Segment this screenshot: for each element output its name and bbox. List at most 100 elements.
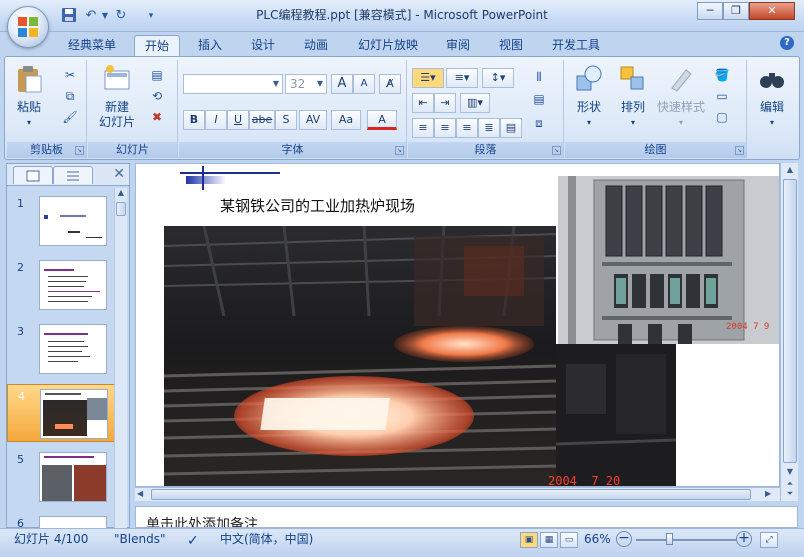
redo-icon[interactable]: ↻ <box>112 7 130 25</box>
slide-thumbnail-6[interactable]: 6 <box>7 512 117 528</box>
reset-icon[interactable]: ⟲ <box>148 87 166 105</box>
scroll-right-icon[interactable]: ▶ <box>765 489 777 500</box>
font-color-button[interactable]: A <box>367 110 397 130</box>
quick-styles-button[interactable]: 快速样式 ▾ <box>655 64 707 130</box>
notes-placeholder[interactable]: 单击此处添加备注 <box>146 514 258 527</box>
slide-horizontal-scrollbar[interactable]: ◀ ▶ <box>135 487 780 501</box>
shadow-button[interactable]: S <box>275 110 297 130</box>
distributed-button[interactable]: ▤ <box>500 118 522 138</box>
text-direction-icon[interactable]: ⫴ <box>530 68 548 86</box>
copy-icon[interactable]: ⧉ <box>61 87 79 105</box>
zoom-out-icon[interactable]: − <box>616 531 632 547</box>
zoom-slider-thumb[interactable] <box>666 533 673 545</box>
paragraph-launcher-icon[interactable]: ↘ <box>552 146 561 155</box>
new-slide-button[interactable]: 新建 幻灯片 <box>92 64 142 130</box>
slide-canvas[interactable]: 某钢铁公司的工业加热炉现场 2004 7 9 2004 7 20 <box>135 163 780 487</box>
numbering-button[interactable]: ≡▾ <box>446 68 478 88</box>
tab-review[interactable]: 审阅 <box>436 35 480 57</box>
slide-sorter-view-button[interactable]: ▦ <box>540 532 558 548</box>
slides-panel-scrollbar[interactable]: ▲ <box>114 188 127 528</box>
vertical-scroll-thumb[interactable] <box>783 179 797 463</box>
slideshow-view-button[interactable]: ▭ <box>560 532 578 548</box>
fit-to-window-button[interactable]: ⤢ <box>760 532 778 548</box>
slide-thumbnail-4[interactable]: 4 <box>7 384 117 442</box>
tab-view[interactable]: 视图 <box>489 35 533 57</box>
zoom-level[interactable]: 66% <box>584 529 611 557</box>
scroll-up-icon[interactable]: ▲ <box>783 165 797 177</box>
font-launcher-icon[interactable]: ↘ <box>395 146 404 155</box>
slide-thumbnail-5[interactable]: 5 <box>7 448 117 506</box>
zoom-slider-track[interactable] <box>636 539 736 541</box>
previous-slide-icon[interactable]: ⏶ <box>783 479 797 489</box>
close-panel-icon[interactable]: ✕ <box>113 166 125 182</box>
font-size-combo[interactable]: 32 ▼ <box>285 74 327 94</box>
scroll-thumb[interactable] <box>116 202 126 216</box>
scroll-up-icon[interactable]: ▲ <box>115 188 127 200</box>
close-button[interactable]: ✕ <box>749 2 795 20</box>
strikethrough-button[interactable]: abe <box>249 110 275 130</box>
increase-indent-button[interactable]: ⇥ <box>434 93 456 113</box>
slide-caption[interactable]: 某钢铁公司的工业加热炉现场 <box>220 195 415 216</box>
tab-developer[interactable]: 开发工具 <box>542 35 610 57</box>
clear-format-icon[interactable]: A̸ <box>379 74 401 94</box>
next-slide-icon[interactable]: ⏷ <box>783 489 797 499</box>
spell-check-icon[interactable]: ✓ <box>187 531 199 557</box>
zoom-in-icon[interactable]: + <box>736 531 752 547</box>
minimize-button[interactable]: ─ <box>697 2 723 20</box>
scroll-down-icon[interactable]: ▼ <box>783 467 797 477</box>
tab-slides-thumbnails[interactable] <box>13 166 53 184</box>
italic-button[interactable]: I <box>205 110 227 130</box>
language-status[interactable]: 中文(简体，中国) <box>220 529 313 557</box>
tab-design[interactable]: 设计 <box>241 35 285 57</box>
format-painter-icon[interactable]: 🖌 <box>61 108 79 126</box>
align-left-button[interactable]: ≡ <box>412 118 434 138</box>
delete-slide-icon[interactable]: ✖ <box>148 108 166 126</box>
save-icon[interactable] <box>60 7 78 25</box>
paste-button[interactable]: 粘贴 ▾ <box>11 64 47 130</box>
align-center-button[interactable]: ≡ <box>434 118 456 138</box>
scroll-left-icon[interactable]: ◀ <box>137 489 149 500</box>
notes-pane[interactable]: 单击此处添加备注 <box>135 506 798 528</box>
office-button[interactable] <box>7 6 49 48</box>
equipment-photo[interactable] <box>556 344 676 486</box>
tab-outline[interactable] <box>53 166 93 184</box>
shapes-button[interactable]: 形状 ▾ <box>569 64 609 130</box>
slide-thumbnail-2[interactable]: 2 <box>7 256 117 314</box>
drawing-launcher-icon[interactable]: ↘ <box>735 146 744 155</box>
line-spacing-button[interactable]: ↕▾ <box>482 68 514 88</box>
editing-button[interactable]: 编辑 ▾ <box>751 64 793 130</box>
bullets-button[interactable]: ☰▾ <box>412 68 444 88</box>
cut-icon[interactable]: ✂ <box>61 66 79 84</box>
horizontal-scroll-thumb[interactable] <box>151 489 751 500</box>
tab-insert[interactable]: 插入 <box>188 35 232 57</box>
grow-font-button[interactable]: A <box>331 74 353 94</box>
smartart-icon[interactable]: ⧈ <box>530 114 548 132</box>
layout-icon[interactable]: ▤ <box>148 66 166 84</box>
tab-classic-menu[interactable]: 经典菜单 <box>58 35 126 57</box>
justify-button[interactable]: ≣ <box>478 118 500 138</box>
shape-outline-icon[interactable]: ▭ <box>713 87 731 105</box>
slide-thumbnail-1[interactable]: 1 <box>7 192 117 250</box>
bold-button[interactable]: B <box>183 110 205 130</box>
font-name-combo[interactable]: ▼ <box>183 74 283 94</box>
normal-view-button[interactable]: ▣ <box>520 532 538 548</box>
shape-effects-icon[interactable]: ▢ <box>713 108 731 126</box>
shrink-font-button[interactable]: A <box>353 74 375 94</box>
customize-quick-access-icon[interactable]: ▾ <box>142 7 160 25</box>
change-case-button[interactable]: Aa <box>331 110 361 130</box>
slide-vertical-scrollbar[interactable]: ▲ ▼ ⏶ ⏷ <box>780 163 798 501</box>
help-icon[interactable]: ? <box>780 36 794 50</box>
underline-button[interactable]: U <box>227 110 249 130</box>
tab-home[interactable]: 开始 <box>134 35 180 57</box>
restore-button[interactable]: ❐ <box>723 2 749 20</box>
decrease-indent-button[interactable]: ⇤ <box>412 93 434 113</box>
char-spacing-button[interactable]: AV <box>299 110 327 130</box>
control-cabinet-photo[interactable]: 2004 7 9 <box>558 176 779 344</box>
align-right-button[interactable]: ≡ <box>456 118 478 138</box>
tab-slideshow[interactable]: 幻灯片放映 <box>348 35 428 57</box>
arrange-button[interactable]: 排列 ▾ <box>613 64 653 130</box>
clipboard-launcher-icon[interactable]: ↘ <box>75 146 84 155</box>
tab-animation[interactable]: 动画 <box>294 35 338 57</box>
slide-thumbnail-3[interactable]: 3 <box>7 320 117 378</box>
columns-button[interactable]: ▥▾ <box>460 93 490 113</box>
